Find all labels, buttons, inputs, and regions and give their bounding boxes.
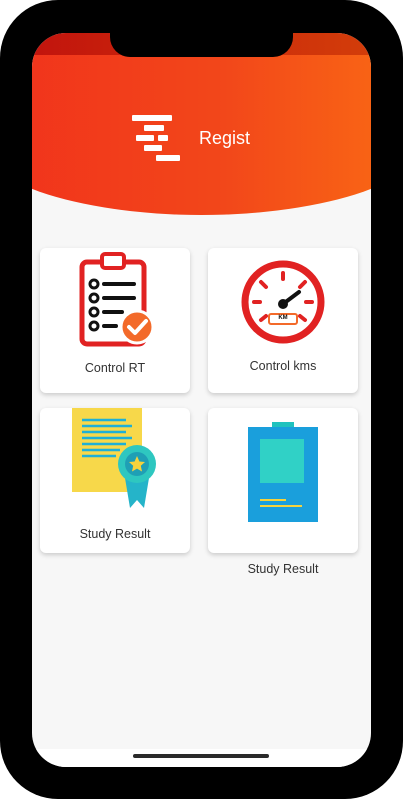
control-kms-card[interactable]: KM Control kms <box>208 248 358 393</box>
certificate-award-icon <box>72 408 156 508</box>
study-result-certificate-card[interactable]: Study Result <box>40 408 190 553</box>
study-result-label-1: Study Result <box>79 527 151 541</box>
control-rt-card[interactable]: Control RT <box>40 248 190 393</box>
bottom-safe-area <box>32 749 371 767</box>
report-document-icon <box>248 422 318 522</box>
gauge-unit-label: KM <box>278 315 288 321</box>
control-rt-label: Control RT <box>84 361 146 375</box>
study-result-report-card[interactable]: Study Result <box>208 408 358 576</box>
speedometer-icon <box>241 260 325 344</box>
home-indicator[interactable] <box>133 754 269 758</box>
regist-logo-icon <box>132 115 182 161</box>
study-result-label-2: Study Result <box>247 562 319 576</box>
control-kms-label: Control kms <box>249 359 317 373</box>
app-screen: Regist Control RT KM Control kms Study R… <box>32 33 371 767</box>
device-notch <box>110 33 293 57</box>
app-title: Regist <box>199 127 251 148</box>
brand: Regist <box>132 115 250 161</box>
clipboard-checklist-icon <box>79 252 155 347</box>
